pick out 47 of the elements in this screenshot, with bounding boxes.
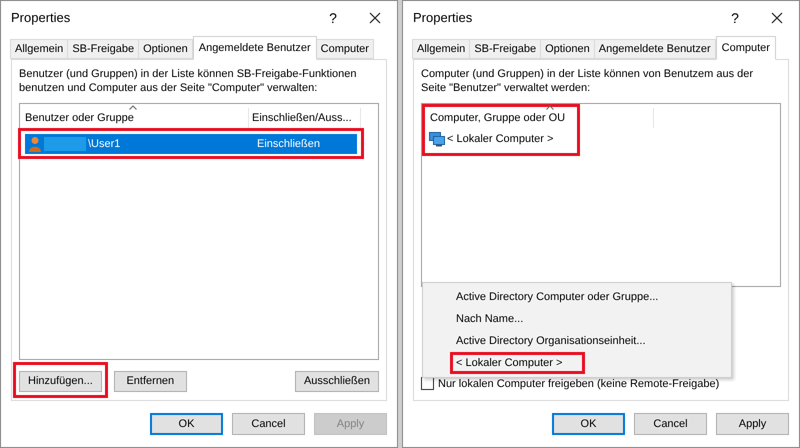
checkbox-label: Nur lokalen Computer freigeben (keine Remote-Freigabe): [438, 376, 720, 392]
close-icon: [369, 12, 381, 24]
list-row[interactable]: < Lokaler Computer >: [426, 129, 577, 149]
tab[interactable]: Allgemein: [10, 39, 68, 59]
description-text: Benutzer (und Gruppen) in der Liste können SB-Freigabe-Funktionen benutzen und Computer aus der Seite "Computer" verwalten:: [19, 67, 358, 95]
window-title: Properties: [11, 9, 72, 28]
tab[interactable]: Angemeldete Benutzer: [192, 36, 317, 60]
tab[interactable]: Computer: [716, 36, 776, 60]
column-title: Benutzer oder Gruppe: [25, 110, 134, 126]
tab[interactable]: Computer: [316, 39, 374, 59]
column-header[interactable]: Einschließen/Auss...: [249, 108, 361, 128]
cell-text: \User1: [88, 136, 120, 152]
action-button[interactable]: Ausschließen: [294, 370, 379, 392]
dialog-button[interactable]: Cancel: [232, 413, 305, 435]
menu-item[interactable]: < Lokaler Computer >: [456, 355, 582, 371]
window-title: Properties: [413, 9, 474, 28]
column-header[interactable]: Computer, Gruppe oder OU: [426, 108, 654, 128]
menu-item[interactable]: Active Directory Computer oder Gruppe...: [456, 286, 731, 308]
column-header[interactable]: Benutzer oder Gruppe: [21, 108, 249, 128]
column-title: Einschließen/Auss...: [252, 110, 352, 126]
help-button[interactable]: ?: [313, 8, 353, 28]
close-icon: [771, 12, 783, 24]
user-icon: [28, 136, 42, 152]
sort-icon: [129, 105, 137, 110]
help-button[interactable]: ?: [715, 8, 755, 28]
dialog-button[interactable]: Cancel: [634, 413, 707, 435]
tab[interactable]: Optionen: [138, 39, 193, 59]
computer-icon: [429, 132, 445, 146]
tab[interactable]: SB-Freigabe: [469, 39, 542, 59]
column-title: Computer, Gruppe oder OU: [430, 110, 566, 126]
tab[interactable]: Optionen: [540, 39, 595, 59]
tab[interactable]: Angemeldete Benutzer: [594, 39, 716, 59]
checkbox[interactable]: [421, 377, 434, 390]
cell-text: Einschließen: [257, 138, 320, 150]
dialog-button[interactable]: OK: [150, 413, 223, 435]
action-button[interactable]: Entfernen: [114, 370, 187, 392]
dialog-button[interactable]: OK: [552, 413, 625, 435]
description-text: Computer (und Gruppen) in der Liste können von Benutzem aus der Seite "Benutzer" verwaltet werden:: [421, 67, 754, 95]
list-row[interactable]: \User1 Einschließen: [25, 134, 357, 154]
menu-item[interactable]: Active Directory Organisationseinheit...: [456, 330, 731, 352]
dialog-button[interactable]: Apply: [716, 413, 789, 435]
action-button[interactable]: Hinzufügen...: [19, 370, 102, 392]
tab[interactable]: SB-Freigabe: [67, 39, 140, 59]
sort-icon: [546, 105, 554, 110]
menu-item[interactable]: Nach Name...: [456, 308, 731, 330]
tab[interactable]: Allgemein: [412, 39, 470, 59]
cell-text: < Lokaler Computer >: [447, 132, 554, 147]
